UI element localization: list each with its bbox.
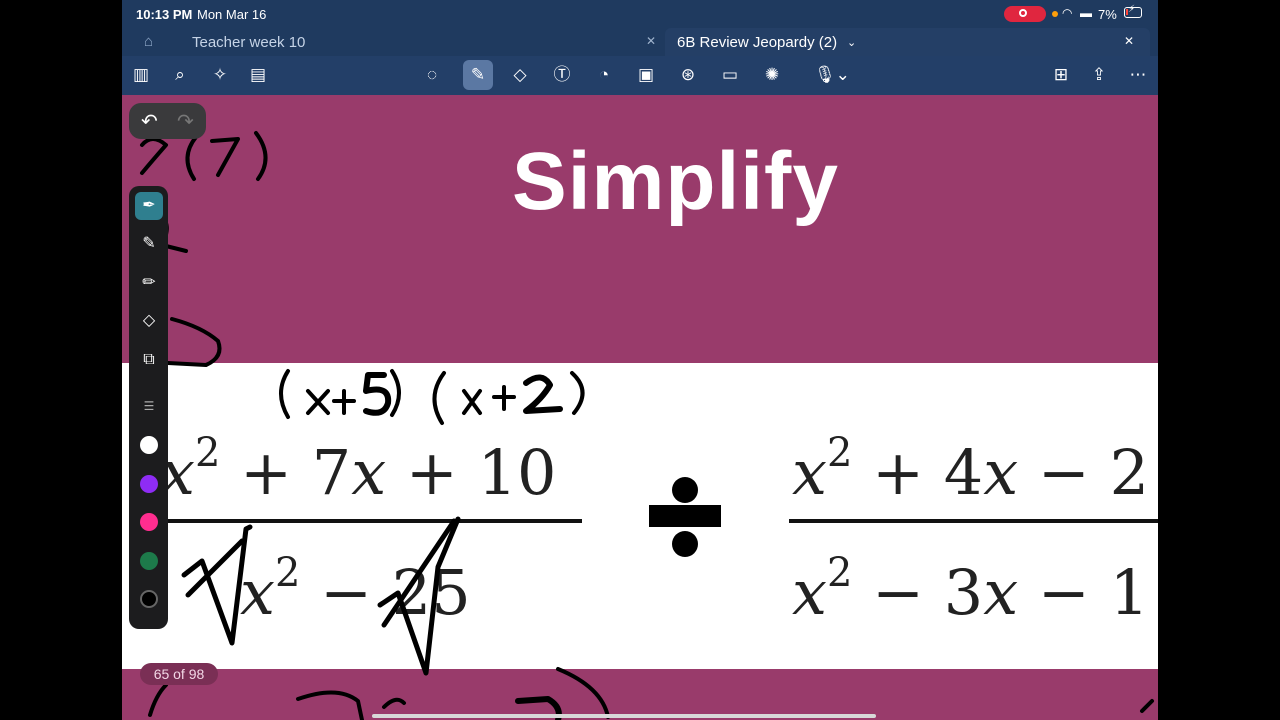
microphone-indicator-icon [1052,11,1058,17]
ink-stroke [254,131,268,181]
ink-stroke [306,389,330,415]
tab-bar: ⌂ Teacher week 10 ✕ 6B Review Jeopardy (… [122,28,1158,56]
status-bar: 10:13 PM Mon Mar 16 ◠ ▬ 7% [122,0,1158,28]
ink-stroke [492,385,516,411]
pencil-icon[interactable]: ✏ [135,269,163,297]
ink-stroke [140,137,168,175]
ink-stroke [570,371,585,415]
ink-stroke [210,137,240,177]
redo-icon[interactable]: ↷ [177,109,194,134]
ink-stroke [296,690,364,720]
close-tab-icon[interactable]: ✕ [1124,34,1134,48]
ink-stroke [382,697,406,709]
ink-stroke [185,135,198,181]
color-swatch-black[interactable] [140,590,158,608]
screen-recording-icon[interactable] [1004,6,1046,22]
ink-stroke [377,516,461,676]
color-swatch-purple[interactable] [140,475,158,493]
ink-stroke [432,371,446,425]
page-indicator: 65 of 98 [140,663,218,685]
ink-stroke [332,389,356,415]
handwriting-layer [140,131,1154,720]
app-screen: 10:13 PM Mon Mar 16 ◠ ▬ 7% ⌂ Teacher wee… [122,0,1158,720]
tab-label: Teacher week 10 [192,34,306,51]
ink-stroke [279,369,290,419]
ink-stroke [166,317,222,367]
tab-label: 6B Review Jeopardy (2) [677,34,838,51]
main-toolbar: ▥ ⌕ ✧ ▤ ◌ ✎ ◇ Ⓣ ◔ ▣ ⊛ ▭ ✺ 🎙︎⌄ ⊞ ⇪ ⋯ [122,56,1158,95]
ink-stroke [390,369,401,417]
ink-stroke [556,667,610,719]
image-icon[interactable]: ▣ [633,64,659,86]
search-icon[interactable]: ⌕ [167,64,193,86]
fountain-pen-icon[interactable]: ✒ [135,192,163,220]
close-tab-icon[interactable]: ✕ [646,34,656,48]
color-swatch-green[interactable] [140,552,158,570]
battery-percent: 7% [1098,7,1117,22]
car-icon: ▬ [1080,6,1092,20]
eraser-icon[interactable]: ◇ [507,64,533,86]
more-icon[interactable]: ⋯ [1125,64,1151,86]
chevron-down-icon[interactable]: ⌄ [847,36,856,49]
text-box-icon[interactable]: Ⓣ [549,64,575,86]
ink-stroke [363,372,392,416]
ink-stroke [1140,699,1154,713]
ink-stroke [462,389,482,415]
tab-teacher-week-10[interactable]: Teacher week 10 ✕ [182,28,662,56]
date: Mon Mar 16 [197,7,267,22]
shapes-icon[interactable]: ◔ [591,64,617,86]
color-swatch-white[interactable] [140,436,158,454]
undo-redo-bar: ↶ ↷ [129,103,206,139]
ink-stroke [148,683,168,717]
sparkle-icon[interactable]: ✧ [207,64,233,86]
add-page-icon[interactable]: ⊞ [1048,64,1074,86]
pen-icon[interactable]: ✎ [463,60,493,90]
battery-icon [1124,4,1142,18]
home-icon[interactable]: ⌂ [144,33,153,50]
ink-stroke [381,518,457,628]
undo-icon[interactable]: ↶ [141,109,158,134]
sidebar-icon[interactable]: ▥ [128,64,154,86]
color-swatch-pink[interactable] [140,513,158,531]
sticky-note-icon[interactable]: ▭ [717,64,743,86]
highlighter-icon[interactable]: ✎ [135,230,163,258]
lasso-icon[interactable]: ◌ [419,64,445,86]
elements-icon[interactable]: ⊛ [675,64,701,86]
clock: 10:13 PM [136,7,193,22]
stroke-width-icon[interactable]: ☰ [135,396,163,416]
tab-6b-review-jeopardy[interactable]: 6B Review Jeopardy (2) ⌄ ✕ [665,28,1150,56]
shapes-icon[interactable]: ⧉ [135,346,163,374]
laser-pointer-icon[interactable]: ✺ [759,64,785,86]
eraser-icon[interactable]: ◇ [135,307,163,335]
microphone-icon[interactable]: 🎙︎⌄ [812,64,852,86]
slide-canvas[interactable]: Simplify x2 + 7x + 10 x2 − 25 x2 + 4x − … [122,95,1158,720]
wifi-icon: ◠ [1062,6,1073,20]
ink-stroke [523,374,563,414]
home-indicator[interactable] [372,714,876,718]
document-icon[interactable]: ▤ [245,64,271,86]
pen-palette: ✒ ✎ ✏ ◇ ⧉ ☰ [129,186,168,629]
share-icon[interactable]: ⇪ [1086,64,1112,86]
